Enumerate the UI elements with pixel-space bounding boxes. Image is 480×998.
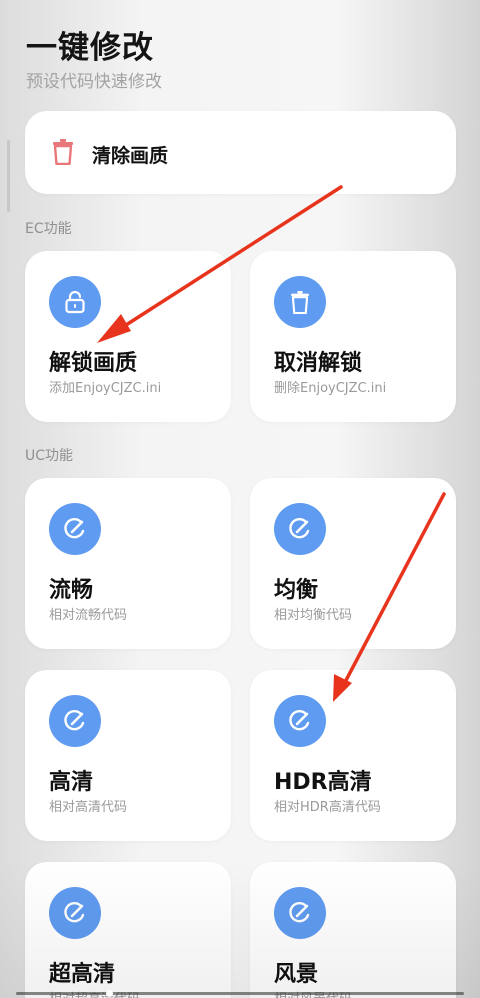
page-title: 一键修改 <box>26 30 154 66</box>
ultra-hd-card[interactable]: 超高清 相对超高清代码 <box>25 862 231 998</box>
edit-icon <box>64 709 85 731</box>
hdr-hd-card[interactable]: HDR高清 相对HDR高清代码 <box>250 670 456 841</box>
card-title: 超高清 <box>49 962 116 987</box>
home-indicator-dot <box>106 990 113 997</box>
edit-icon-badge <box>274 887 326 939</box>
edit-icon <box>289 517 310 539</box>
uc-section-label: UC功能 <box>25 448 74 464</box>
card-title: 取消解锁 <box>274 351 363 376</box>
card-title: 风景 <box>274 962 319 987</box>
page-subtitle: 预设代码快速修改 <box>26 72 162 92</box>
card-title: HDR高清 <box>274 770 372 795</box>
hd-card[interactable]: 高清 相对高清代码 <box>25 670 231 841</box>
edit-icon <box>64 517 85 539</box>
card-description: 相对流畅代码 <box>49 608 128 623</box>
edit-icon-badge <box>49 503 101 555</box>
card-description: 相对HDR高清代码 <box>274 800 381 815</box>
edit-icon-badge <box>49 695 101 747</box>
card-description: 删除EnjoyCJZC.ini <box>274 381 387 396</box>
balanced-card[interactable]: 均衡 相对均衡代码 <box>250 478 456 649</box>
smooth-card[interactable]: 流畅 相对流畅代码 <box>25 478 231 649</box>
cancel-icon-badge <box>274 276 326 328</box>
clear-quality-label: 清除画质 <box>92 145 169 167</box>
edit-icon <box>64 901 85 923</box>
unlock-icon-badge <box>49 276 101 328</box>
ec-section-label: EC功能 <box>25 221 72 237</box>
edit-icon-badge <box>49 887 101 939</box>
trash-icon <box>291 290 309 314</box>
card-title: 流畅 <box>49 578 94 603</box>
edit-icon-badge <box>274 503 326 555</box>
card-title: 高清 <box>49 770 94 795</box>
clear-quality-button[interactable]: 清除画质 <box>25 111 456 194</box>
card-title: 均衡 <box>274 578 319 603</box>
card-description: 相对高清代码 <box>49 800 128 815</box>
card-description: 相对均衡代码 <box>274 608 353 623</box>
card-description: 添加EnjoyCJZC.ini <box>49 381 162 396</box>
scroll-indicator[interactable] <box>7 140 10 212</box>
trash-icon <box>53 139 73 165</box>
scenery-card[interactable]: 风景 相对风景代码 <box>250 862 456 998</box>
lock-icon <box>65 290 85 314</box>
cancel-unlock-card[interactable]: 取消解锁 删除EnjoyCJZC.ini <box>250 251 456 422</box>
quick-modify-page: 一键修改 预设代码快速修改 清除画质 EC功能 解锁画质 添加EnjoyCJZC… <box>0 0 480 998</box>
edit-icon <box>289 901 310 923</box>
edit-icon <box>289 709 310 731</box>
home-indicator[interactable] <box>16 992 464 995</box>
card-title: 解锁画质 <box>49 351 138 376</box>
unlock-quality-card[interactable]: 解锁画质 添加EnjoyCJZC.ini <box>25 251 231 422</box>
edit-icon-badge <box>274 695 326 747</box>
